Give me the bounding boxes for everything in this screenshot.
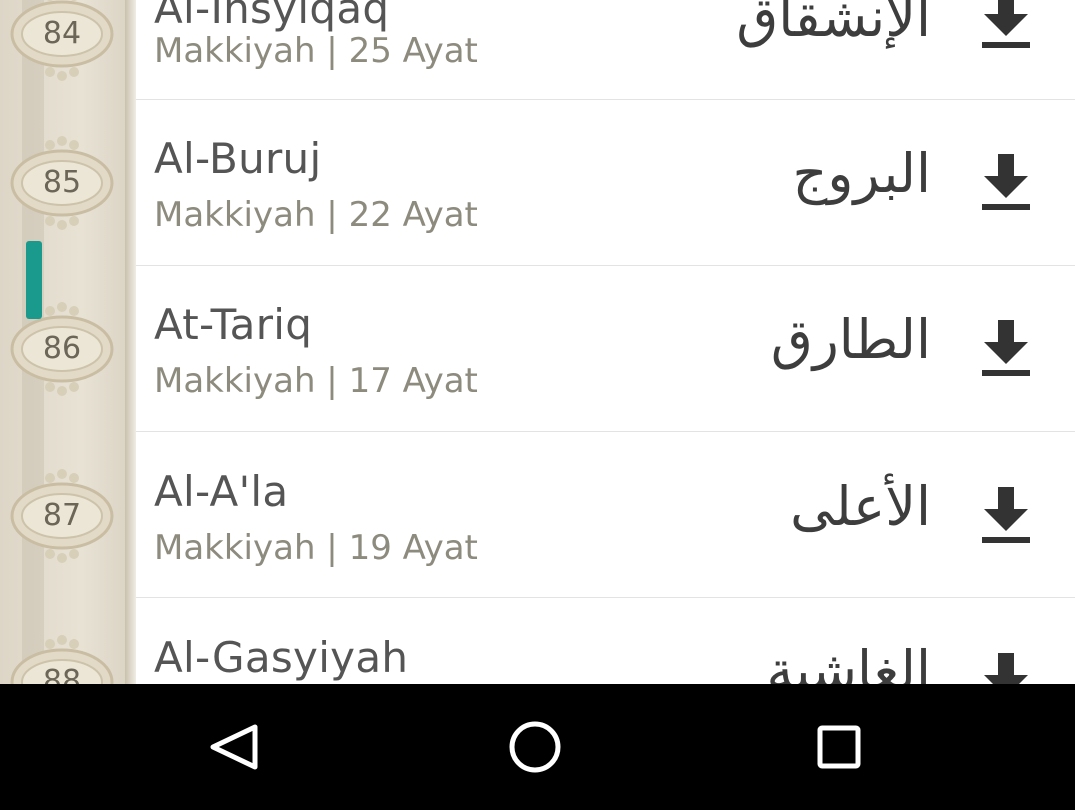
- surah-info: Makkiyah | 22 Ayat: [154, 195, 478, 235]
- scrollbar-thumb[interactable]: [26, 241, 42, 319]
- download-button[interactable]: [980, 0, 1032, 50]
- surah-name: Al-Insyiqaq: [154, 0, 390, 33]
- download-icon: [982, 154, 1030, 210]
- system-navigation-bar: [0, 684, 1075, 810]
- surah-arabic-name: الطارق: [770, 308, 931, 371]
- surah-info: Makkiyah | 17 Ayat: [154, 361, 478, 401]
- surah-list[interactable]: 84 Al-Insyiqaq Makkiyah | 25 Ayat الإنشق…: [0, 0, 1075, 684]
- nav-back-button[interactable]: [175, 684, 295, 810]
- surah-number-badge: 84: [10, 0, 114, 86]
- surah-arabic-name: الغاشية: [766, 639, 931, 684]
- download-icon: [984, 653, 1028, 684]
- surah-number-badge: 85: [10, 131, 114, 235]
- download-button[interactable]: [980, 483, 1032, 545]
- surah-number-badge: 88: [10, 630, 114, 684]
- surah-arabic-name: البروج: [792, 142, 931, 205]
- surah-number: 87: [42, 498, 82, 533]
- surah-number-badge: 87: [10, 464, 114, 568]
- download-icon: [982, 320, 1030, 376]
- surah-name: Al-Gasyiyah: [154, 633, 409, 682]
- surah-info: Makkiyah | 19 Ayat: [154, 528, 478, 568]
- nav-recents-icon: [817, 725, 861, 769]
- nav-recents-button[interactable]: [779, 684, 899, 810]
- surah-arabic-name: الأعلى: [790, 475, 931, 538]
- surah-row[interactable]: 87 Al-A'la Makkiyah | 19 Ayat الأعلى: [0, 432, 1075, 598]
- surah-info: Makkiyah | 25 Ayat: [154, 31, 478, 71]
- surah-number: 84: [42, 16, 82, 51]
- nav-home-icon: [509, 721, 561, 773]
- surah-row[interactable]: 86 At-Tariq Makkiyah | 17 Ayat الطارق: [0, 266, 1075, 432]
- surah-row[interactable]: 85 Al-Buruj Makkiyah | 22 Ayat البروج: [0, 100, 1075, 266]
- nav-home-button[interactable]: [476, 684, 596, 810]
- surah-name: At-Tariq: [154, 300, 313, 349]
- surah-name: Al-Buruj: [154, 134, 322, 183]
- surah-row[interactable]: 84 Al-Insyiqaq Makkiyah | 25 Ayat الإنشق…: [0, 0, 1075, 100]
- download-icon: [982, 0, 1030, 48]
- download-button[interactable]: [980, 649, 1032, 684]
- surah-number: 88: [42, 664, 82, 684]
- download-button[interactable]: [980, 150, 1032, 212]
- nav-back-icon: [210, 724, 258, 770]
- surah-row[interactable]: 88 Al-Gasyiyah الغاشية: [0, 599, 1075, 684]
- row-divider: [136, 597, 1075, 598]
- surah-name: Al-A'la: [154, 467, 289, 516]
- surah-arabic-name: الإنشقاق: [736, 0, 931, 49]
- surah-number: 86: [42, 331, 82, 366]
- download-button[interactable]: [980, 316, 1032, 378]
- surah-number: 85: [42, 165, 82, 200]
- download-icon: [982, 487, 1030, 543]
